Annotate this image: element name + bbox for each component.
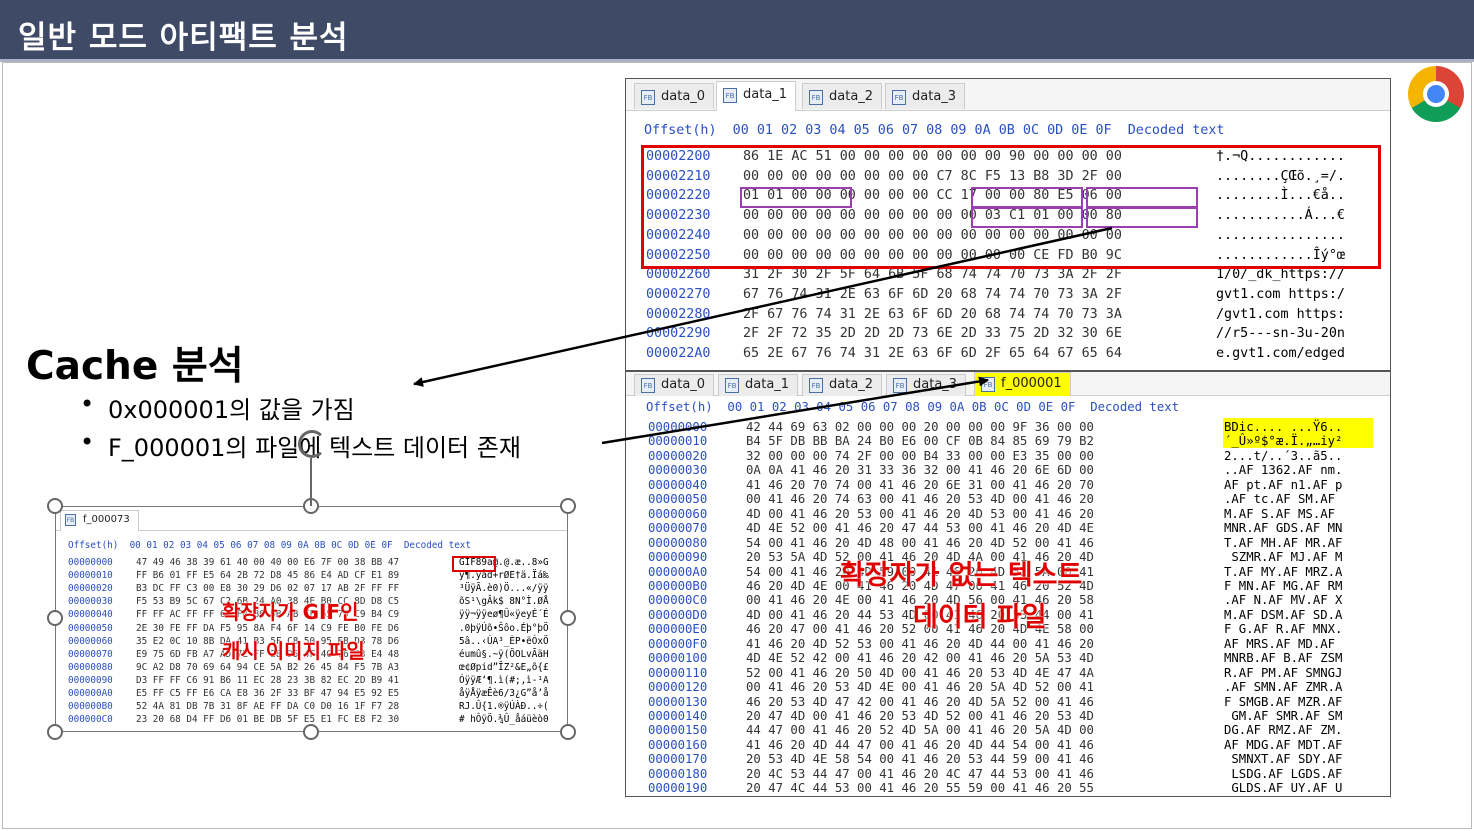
arrow-to-file <box>601 376 989 445</box>
annotation-arrows <box>413 226 1113 445</box>
arrow-to-value <box>413 226 1113 387</box>
